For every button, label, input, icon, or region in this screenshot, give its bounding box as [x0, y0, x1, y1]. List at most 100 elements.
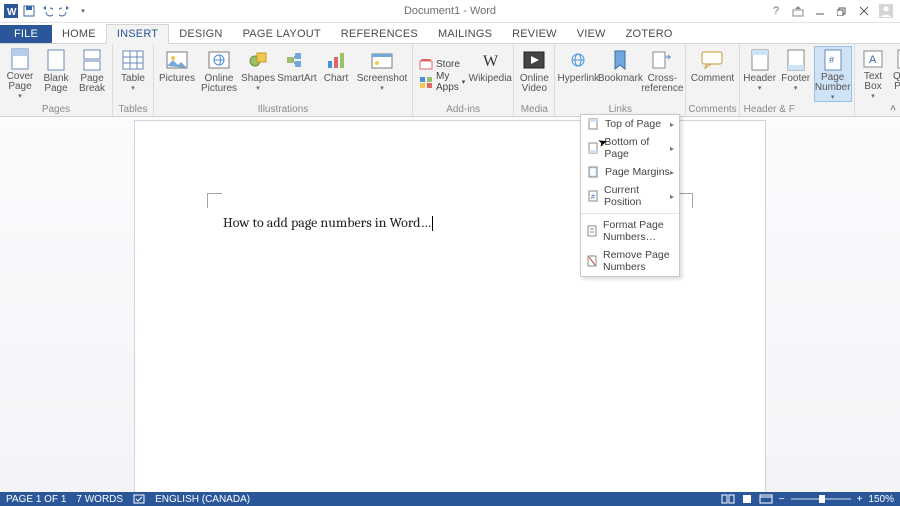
page-margins-icon — [587, 166, 599, 178]
chart-icon — [324, 48, 348, 72]
shapes-icon — [246, 48, 270, 72]
screenshot-button[interactable]: Screenshot▾ — [354, 46, 410, 102]
header-button[interactable]: Header▾ — [742, 46, 778, 102]
group-comments: Comment Comments — [686, 44, 739, 116]
cover-page-icon — [8, 48, 32, 70]
status-page[interactable]: PAGE 1 OF 1 — [6, 494, 66, 505]
document-text[interactable]: How to add page numbers in Word… — [223, 214, 433, 231]
group-links: Hyperlink Bookmark Cross- reference Link… — [555, 44, 686, 116]
blank-page-icon — [44, 48, 68, 72]
group-label: Media — [521, 103, 548, 116]
status-language[interactable]: ENGLISH (CANADA) — [155, 494, 250, 505]
group-label: Pages — [42, 103, 70, 116]
page-bottom-icon — [587, 142, 598, 154]
blank-page-button[interactable]: Blank Page — [38, 46, 74, 102]
online-video-button[interactable]: Online Video — [516, 46, 552, 102]
svg-text:A: A — [869, 54, 877, 66]
ribbon-tabs: FILE HOME INSERT DESIGN PAGE LAYOUT REFE… — [0, 23, 900, 44]
zoom-out-icon[interactable]: − — [779, 494, 785, 505]
status-words[interactable]: 7 WORDS — [76, 494, 123, 505]
minimize-icon[interactable] — [812, 3, 828, 19]
table-icon — [121, 48, 145, 72]
quick-parts-button[interactable]: Quick Parts▾ — [889, 46, 900, 102]
wikipedia-button[interactable]: WWikipedia — [469, 46, 511, 102]
account-icon[interactable] — [878, 3, 894, 19]
word-app-icon[interactable]: W — [4, 4, 18, 18]
zoom-level[interactable]: 150% — [868, 494, 894, 505]
menu-bottom-of-page[interactable]: Bottom of Page — [581, 133, 679, 163]
hyperlink-button[interactable]: Hyperlink — [557, 46, 599, 102]
save-icon[interactable] — [22, 4, 36, 18]
menu-format-page-numbers[interactable]: Format Page Numbers… — [581, 216, 679, 246]
cross-reference-button[interactable]: Cross- reference — [641, 46, 683, 102]
footer-button[interactable]: Footer▾ — [778, 46, 814, 102]
text-box-button[interactable]: AText Box▾ — [857, 46, 890, 102]
bookmark-button[interactable]: Bookmark — [599, 46, 641, 102]
screenshot-icon — [370, 48, 394, 72]
cross-reference-icon — [650, 48, 674, 72]
quick-access-toolbar: W ▾ — [0, 4, 90, 18]
menu-current-position[interactable]: #Current Position — [581, 181, 679, 211]
tab-mailings[interactable]: MAILINGS — [428, 25, 502, 43]
svg-text:#: # — [829, 55, 834, 65]
online-pictures-icon — [207, 48, 231, 72]
document-area: How to add page numbers in Word… — [0, 117, 900, 495]
menu-remove-page-numbers[interactable]: Remove Page Numbers — [581, 246, 679, 276]
collapse-ribbon-icon[interactable]: ˄ — [890, 103, 896, 114]
group-pages: Cover Page▾ Blank Page Page Break Pages — [0, 44, 113, 116]
view-print-icon[interactable] — [741, 494, 753, 504]
pictures-button[interactable]: Pictures — [156, 46, 198, 102]
group-label: Header & F — [740, 103, 854, 116]
tab-home[interactable]: HOME — [52, 25, 106, 43]
menu-top-of-page[interactable]: Top of Page — [581, 115, 679, 133]
zoom-slider[interactable] — [791, 498, 851, 500]
group-addins: Store My Apps▾ WWikipedia Add-ins — [413, 44, 514, 116]
table-button[interactable]: Table▾ — [115, 46, 151, 102]
format-icon — [587, 225, 597, 237]
page-number-button[interactable]: #Page Number▾ — [814, 46, 852, 102]
tab-page-layout[interactable]: PAGE LAYOUT — [233, 25, 331, 43]
tab-file[interactable]: FILE — [0, 25, 52, 43]
window-title: Document1 - Word — [0, 5, 900, 17]
tab-review[interactable]: REVIEW — [502, 25, 567, 43]
tab-insert[interactable]: INSERT — [106, 24, 169, 44]
tab-references[interactable]: REFERENCES — [331, 25, 428, 43]
svg-text:#: # — [591, 194, 595, 201]
chart-button[interactable]: Chart — [318, 46, 354, 102]
zoom-in-icon[interactable]: + — [857, 494, 863, 505]
view-web-icon[interactable] — [759, 494, 773, 504]
group-label: Tables — [119, 103, 148, 116]
qat-customize-icon[interactable]: ▾ — [76, 4, 90, 18]
redo-icon[interactable] — [58, 4, 72, 18]
text-cursor — [432, 216, 433, 231]
page-number-icon: # — [821, 49, 845, 71]
menu-page-margins[interactable]: Page Margins — [581, 163, 679, 181]
tab-design[interactable]: DESIGN — [169, 25, 232, 43]
comment-button[interactable]: Comment — [691, 46, 733, 102]
store-icon — [419, 58, 433, 70]
ribbon-options-icon[interactable] — [790, 3, 806, 19]
header-icon — [748, 48, 772, 72]
online-pictures-button[interactable]: Online Pictures — [198, 46, 240, 102]
undo-icon[interactable] — [40, 4, 54, 18]
cover-page-button[interactable]: Cover Page▾ — [2, 46, 38, 102]
shapes-button[interactable]: Shapes▾ — [240, 46, 276, 102]
status-proofing-icon[interactable] — [133, 494, 145, 504]
smartart-button[interactable]: SmartArt — [276, 46, 318, 102]
ribbon: Cover Page▾ Blank Page Page Break Pages … — [0, 44, 900, 117]
current-position-icon: # — [587, 190, 598, 202]
tab-view[interactable]: VIEW — [567, 25, 616, 43]
my-apps-icon — [419, 76, 433, 88]
text-box-icon: A — [861, 48, 885, 70]
remove-icon — [587, 255, 597, 267]
restore-icon[interactable] — [834, 3, 850, 19]
my-apps-button[interactable]: My Apps▾ — [419, 73, 465, 91]
page-number-menu: Top of Page Bottom of Page Page Margins … — [580, 114, 680, 277]
view-read-icon[interactable] — [721, 494, 735, 504]
close-icon[interactable] — [856, 3, 872, 19]
tab-zotero[interactable]: ZOTERO — [616, 25, 683, 43]
page-break-button[interactable]: Page Break — [74, 46, 110, 102]
help-icon[interactable]: ? — [768, 3, 784, 19]
title-bar: W ▾ Document1 - Word ? — [0, 0, 900, 23]
svg-text:W: W — [483, 53, 499, 70]
